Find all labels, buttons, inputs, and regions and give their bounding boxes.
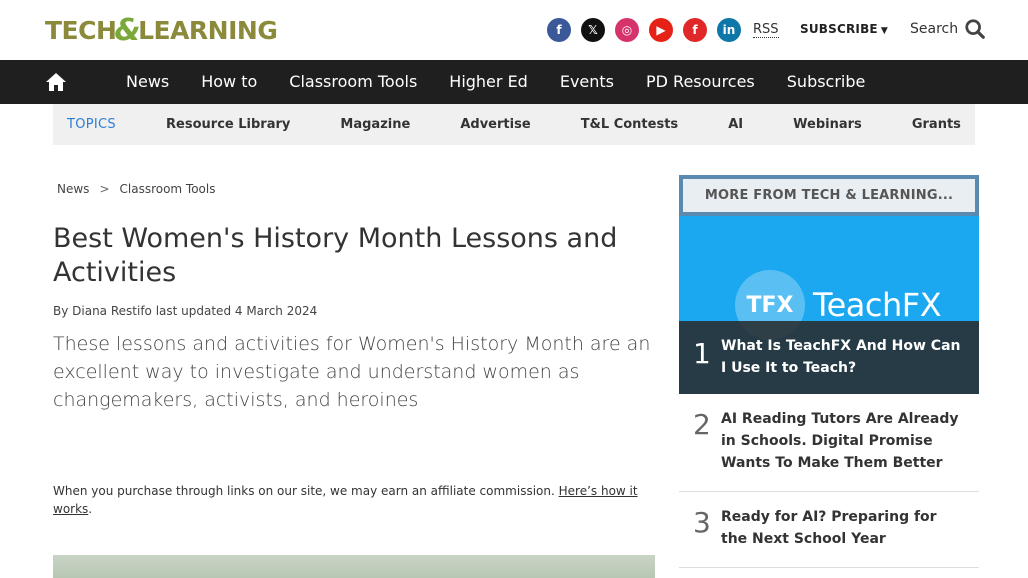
feature-caption: 1 What Is TeachFX And How Can I Use It t… bbox=[679, 321, 979, 394]
topics-label: TOPICS bbox=[67, 117, 116, 132]
search-button[interactable]: Search bbox=[910, 18, 986, 40]
sidebar-feature-item[interactable]: TFX TeachFX 1 What Is TeachFX And How Ca… bbox=[679, 216, 979, 394]
main-nav: News How to Classroom Tools Higher Ed Ev… bbox=[0, 60, 1028, 104]
topic-advertise[interactable]: Advertise bbox=[460, 117, 530, 132]
nav-item-news[interactable]: News bbox=[110, 60, 185, 104]
sidebar-item-title[interactable]: AI Reading Tutors Are Already in Schools… bbox=[679, 408, 979, 474]
nav-item-subscribe[interactable]: Subscribe bbox=[771, 60, 882, 104]
linkedin-icon[interactable]: in bbox=[717, 18, 741, 42]
affiliate-text: When you purchase through links on our s… bbox=[53, 484, 555, 498]
flipboard-icon[interactable]: f bbox=[683, 18, 707, 42]
rank-number: 2 bbox=[693, 408, 711, 441]
topic-grants[interactable]: Grants bbox=[912, 117, 961, 132]
article-hero-image bbox=[53, 555, 655, 578]
affiliate-disclosure: When you purchase through links on our s… bbox=[53, 482, 653, 518]
article-title: Best Women's History Month Lessons and A… bbox=[53, 223, 618, 288]
nav-item-classroom-tools[interactable]: Classroom Tools bbox=[273, 60, 433, 104]
site-logo[interactable]: TECH & LEARNING bbox=[45, 12, 278, 48]
x-icon[interactable]: 𝕏 bbox=[581, 18, 605, 42]
nav-item-events[interactable]: Events bbox=[544, 60, 630, 104]
subscribe-dropdown[interactable]: SUBSCRIBE ▼ bbox=[800, 22, 888, 36]
home-icon bbox=[46, 73, 66, 91]
article-strapline: These lessons and activities for Women's… bbox=[53, 333, 651, 411]
facebook-icon[interactable]: f bbox=[547, 18, 571, 42]
breadcrumb: News > Classroom Tools bbox=[57, 182, 216, 196]
topic-resource-library[interactable]: Resource Library bbox=[166, 117, 290, 132]
breadcrumb-news[interactable]: News bbox=[57, 182, 89, 196]
topic-ai[interactable]: AI bbox=[728, 117, 743, 132]
topic-tl-contests[interactable]: T&L Contests bbox=[581, 117, 678, 132]
topic-magazine[interactable]: Magazine bbox=[340, 117, 410, 132]
sidebar-more-from: MORE FROM TECH & LEARNING... TFX TeachFX… bbox=[679, 175, 979, 578]
breadcrumb-separator: > bbox=[99, 182, 110, 196]
sidebar-list-item[interactable]: 3 Ready for AI? Preparing for the Next S… bbox=[679, 492, 979, 568]
sidebar-heading: MORE FROM TECH & LEARNING... bbox=[679, 175, 979, 216]
sidebar-item-title[interactable]: What Is TeachFX And How Can I Use It to … bbox=[721, 335, 966, 379]
logo-text-right: LEARNING bbox=[138, 15, 278, 45]
affiliate-end: . bbox=[88, 502, 93, 516]
logo-text-left: TECH bbox=[45, 15, 117, 45]
search-label: Search bbox=[910, 21, 959, 37]
subscribe-label: SUBSCRIBE bbox=[800, 22, 878, 36]
nav-item-pd-resources[interactable]: PD Resources bbox=[630, 60, 771, 104]
search-icon bbox=[965, 19, 985, 39]
nav-item-higher-ed[interactable]: Higher Ed bbox=[433, 60, 544, 104]
nav-item-how-to[interactable]: How to bbox=[185, 60, 273, 104]
site-header: TECH & LEARNING f 𝕏 ◎ ▶ f in RSS SUBSCRI… bbox=[0, 0, 1028, 60]
rss-link[interactable]: RSS bbox=[753, 22, 779, 38]
instagram-icon[interactable]: ◎ bbox=[615, 18, 639, 42]
logo-ampersand: & bbox=[114, 12, 141, 48]
topics-bar: TOPICS Resource Library Magazine Adverti… bbox=[53, 104, 975, 145]
social-links: f 𝕏 ◎ ▶ f in RSS bbox=[547, 18, 779, 42]
breadcrumb-classroom-tools[interactable]: Classroom Tools bbox=[120, 182, 216, 196]
youtube-icon[interactable]: ▶ bbox=[649, 18, 673, 42]
article-byline: By Diana Restifo last updated 4 March 20… bbox=[53, 304, 318, 318]
sidebar-list-item[interactable]: 2 AI Reading Tutors Are Already in Schoo… bbox=[679, 394, 979, 492]
rank-number: 3 bbox=[693, 506, 711, 539]
topic-webinars[interactable]: Webinars bbox=[793, 117, 862, 132]
rank-number: 1 bbox=[693, 337, 711, 370]
teachfx-logo-word: TeachFX bbox=[813, 286, 942, 324]
home-link[interactable] bbox=[0, 72, 110, 92]
caret-down-icon: ▼ bbox=[880, 26, 888, 36]
sidebar-item-title[interactable]: Ready for AI? Preparing for the Next Sch… bbox=[679, 506, 979, 550]
